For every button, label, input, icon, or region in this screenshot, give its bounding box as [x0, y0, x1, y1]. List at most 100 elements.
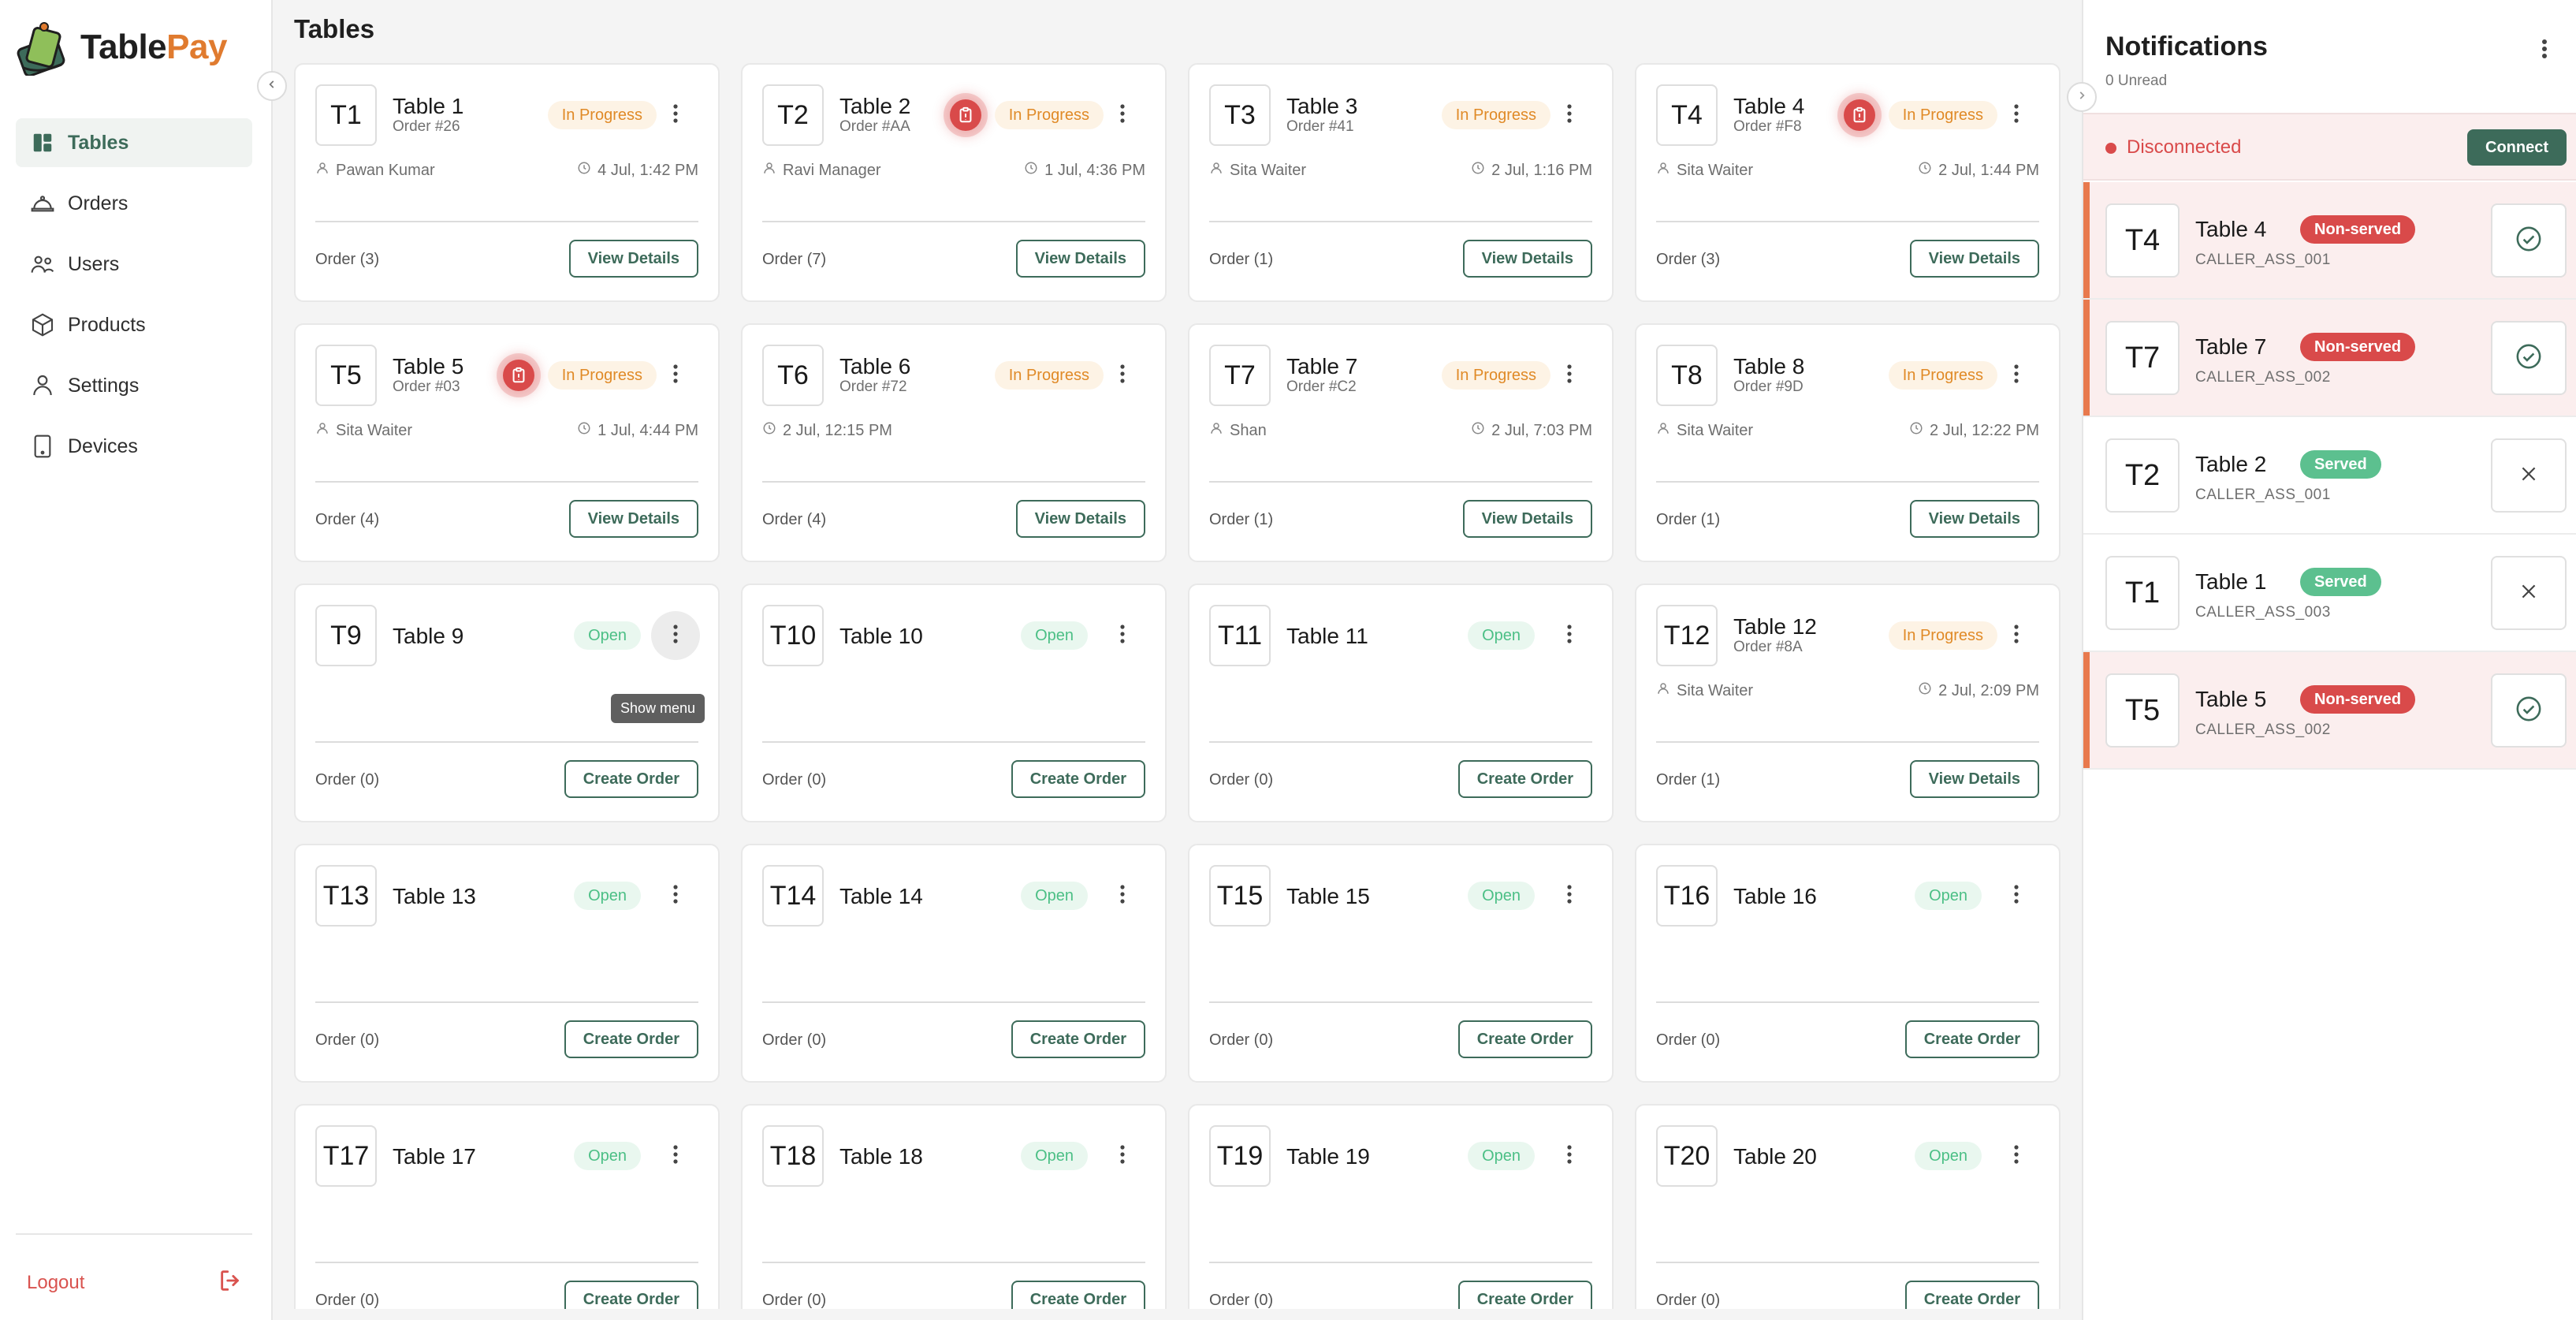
table-menu-button[interactable]: Show menu [610, 611, 705, 723]
table-menu-button[interactable] [1107, 880, 1138, 912]
table-menu-button[interactable] [1554, 620, 1585, 651]
create-order-button[interactable]: Create Order [1011, 1281, 1145, 1309]
table-code: T3 [1209, 84, 1271, 146]
table-menu-button[interactable] [1554, 360, 1585, 391]
table-card[interactable]: T8 Table 8 Order #9D In Progress Sita Wa… [1635, 323, 2060, 562]
table-card[interactable]: T18 Table 18 Open Order (0) Create Order [741, 1104, 1167, 1309]
view-details-button[interactable]: View Details [568, 500, 698, 538]
table-card[interactable]: T10 Table 10 Open Order (0) Create Order [741, 584, 1167, 822]
table-menu-button[interactable] [2001, 620, 2032, 651]
table-card[interactable]: T14 Table 14 Open Order (0) Create Order [741, 844, 1167, 1083]
table-code: T6 [762, 345, 824, 406]
connect-button[interactable]: Connect [2467, 129, 2567, 166]
create-order-button[interactable]: Create Order [1457, 1281, 1592, 1309]
notifications-menu-button[interactable] [2529, 35, 2560, 66]
table-card[interactable]: T11 Table 11 Open Order (0) Create Order [1188, 584, 1614, 822]
view-details-button[interactable]: View Details [1462, 240, 1592, 278]
sidebar-item-tables[interactable]: Tables [16, 118, 252, 167]
person-icon [315, 161, 336, 180]
more-vertical-icon [1120, 364, 1125, 387]
sidebar-item-settings[interactable]: Settings [16, 361, 252, 410]
table-menu-button[interactable] [1107, 99, 1138, 131]
notification-item[interactable]: T1 Table 1 Served CALLER_ASS_003 [2083, 535, 2576, 652]
table-menu-button[interactable] [1107, 620, 1138, 651]
view-details-button[interactable]: View Details [1909, 760, 2039, 798]
table-card[interactable]: T17 Table 17 Open Order (0) Create Order [294, 1104, 720, 1309]
table-menu-button[interactable] [1107, 360, 1138, 391]
table-card[interactable]: T6 Table 6 Order #72 In Progress 2 Jul, … [741, 323, 1167, 562]
notification-item[interactable]: T5 Table 5 Non-served CALLER_ASS_002 [2083, 652, 2576, 770]
mark-served-button[interactable] [2491, 673, 2567, 748]
table-card[interactable]: T3 Table 3 Order #41 In Progress Sita Wa… [1188, 63, 1614, 302]
create-order-button[interactable]: Create Order [1011, 1020, 1145, 1058]
create-order-button[interactable]: Create Order [1457, 1020, 1592, 1058]
notification-item[interactable]: T7 Table 7 Non-served CALLER_ASS_002 [2083, 300, 2576, 417]
table-menu-button[interactable] [1554, 880, 1585, 912]
table-menu-button[interactable] [1554, 1140, 1585, 1172]
create-order-button[interactable]: Create Order [564, 1281, 698, 1309]
table-card[interactable]: T2 Table 2 Order #AA In Progress Ravi Ma… [741, 63, 1167, 302]
table-card[interactable]: T4 Table 4 Order #F8 In Progress Sita Wa… [1635, 63, 2060, 302]
sidebar-item-products[interactable]: Products [16, 300, 252, 349]
status-dot-icon [2105, 143, 2116, 154]
create-order-button[interactable]: Create Order [1011, 760, 1145, 798]
sidebar-collapse-button[interactable] [257, 71, 287, 101]
table-card[interactable]: T19 Table 19 Open Order (0) Create Order [1188, 1104, 1614, 1309]
view-details-button[interactable]: View Details [568, 240, 698, 278]
table-card[interactable]: T12 Table 12 Order #8A In Progress Sita … [1635, 584, 2060, 822]
order-count: Order (0) [315, 1292, 380, 1309]
create-order-button[interactable]: Create Order [564, 1020, 698, 1058]
table-card[interactable]: T5 Table 5 Order #03 In Progress Sita Wa… [294, 323, 720, 562]
view-details-button[interactable]: View Details [1909, 240, 2039, 278]
dismiss-button[interactable] [2491, 556, 2567, 630]
create-order-button[interactable]: Create Order [564, 760, 698, 798]
table-card[interactable]: T1 Table 1 Order #26 In Progress Pawan K… [294, 63, 720, 302]
card-divider [1209, 1262, 1592, 1263]
table-card[interactable]: T9 Table 9 Open Show menu Order (0) Crea… [294, 584, 720, 822]
table-menu-button[interactable] [2001, 880, 2032, 912]
call-alert-icon[interactable] [950, 99, 981, 131]
table-card[interactable]: T16 Table 16 Open Order (0) Create Order [1635, 844, 2060, 1083]
cloche-icon [28, 189, 57, 218]
table-menu-button[interactable] [1107, 1140, 1138, 1172]
notification-item[interactable]: T2 Table 2 Served CALLER_ASS_001 [2083, 417, 2576, 535]
create-order-button[interactable]: Create Order [1904, 1281, 2039, 1309]
table-menu-button[interactable] [1554, 99, 1585, 131]
status-badge: In Progress [1888, 101, 1997, 129]
table-card[interactable]: T7 Table 7 Order #C2 In Progress Shan 2 … [1188, 323, 1614, 562]
view-details-button[interactable]: View Details [1015, 500, 1145, 538]
call-alert-icon[interactable] [503, 360, 534, 391]
view-details-button[interactable]: View Details [1462, 500, 1592, 538]
table-menu-button[interactable] [660, 880, 691, 912]
clock-icon [577, 421, 597, 440]
table-menu-button[interactable] [2001, 1140, 2032, 1172]
notifications-panel-toggle[interactable] [2067, 82, 2097, 112]
sidebar-item-orders[interactable]: Orders [16, 179, 252, 228]
call-alert-icon[interactable] [1844, 99, 1875, 131]
order-count: Order (0) [1209, 1031, 1274, 1049]
table-card[interactable]: T20 Table 20 Open Order (0) Create Order [1635, 1104, 2060, 1309]
order-time: 2 Jul, 1:16 PM [1471, 161, 1592, 180]
table-menu-button[interactable] [2001, 99, 2032, 131]
table-card[interactable]: T15 Table 15 Open Order (0) Create Order [1188, 844, 1614, 1083]
dismiss-button[interactable] [2491, 438, 2567, 513]
card-divider [762, 1262, 1145, 1263]
caller-id: CALLER_ASS_001 [2195, 487, 2331, 503]
table-menu-button[interactable] [660, 360, 691, 391]
table-menu-button[interactable] [660, 1140, 691, 1172]
logout-button[interactable]: Logout [27, 1266, 244, 1300]
mark-served-button[interactable] [2491, 203, 2567, 278]
table-menu-button[interactable] [660, 99, 691, 131]
view-details-button[interactable]: View Details [1909, 500, 2039, 538]
create-order-button[interactable]: Create Order [1457, 760, 1592, 798]
table-card[interactable]: T13 Table 13 Open Order (0) Create Order [294, 844, 720, 1083]
table-menu-button[interactable] [2001, 360, 2032, 391]
brand-logo[interactable]: TablePay [16, 17, 227, 77]
create-order-button[interactable]: Create Order [1904, 1020, 2039, 1058]
order-count: Order (3) [1656, 251, 1721, 268]
notification-item[interactable]: T4 Table 4 Non-served CALLER_ASS_001 [2083, 182, 2576, 300]
sidebar-item-users[interactable]: Users [16, 240, 252, 289]
view-details-button[interactable]: View Details [1015, 240, 1145, 278]
sidebar-item-devices[interactable]: Devices [16, 422, 252, 471]
mark-served-button[interactable] [2491, 321, 2567, 395]
